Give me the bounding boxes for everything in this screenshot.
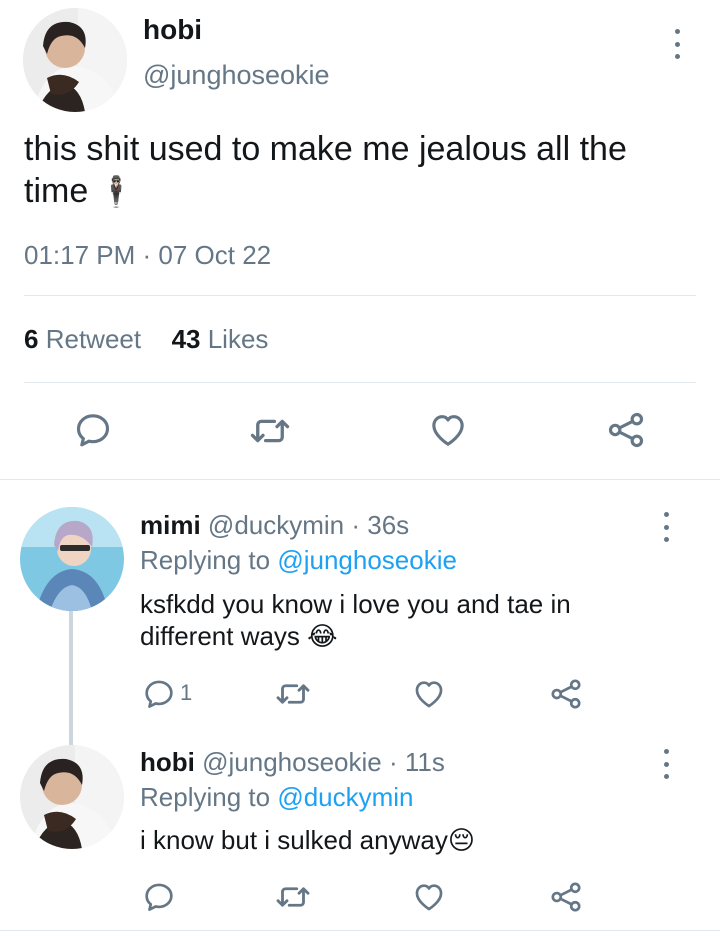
replying-to: Replying to @duckymin (140, 782, 414, 813)
reply-text-body: ksfkdd you know i love you and tae in di… (140, 589, 571, 651)
handle[interactable]: @junghoseokie (202, 747, 382, 777)
more-icon[interactable] (662, 749, 670, 779)
avatar[interactable] (20, 745, 124, 849)
reply-header: hobi @junghoseokie · 11s (140, 747, 445, 778)
like-count[interactable]: 43 (172, 324, 201, 354)
replying-to-label: Replying to (140, 545, 271, 575)
levitating-man-emoji: 🕴🏻 (97, 176, 136, 209)
reply-text-body: i know but i sulked anyway (140, 825, 448, 855)
thread-line (69, 610, 73, 745)
avatar[interactable] (20, 507, 124, 611)
divider (24, 295, 696, 296)
timestamp[interactable]: 01:17 PM · 07 Oct 22 (24, 240, 271, 271)
share-icon[interactable] (549, 880, 583, 914)
more-icon[interactable] (673, 29, 681, 59)
avatar-photo (20, 507, 124, 611)
like-icon[interactable] (412, 677, 446, 711)
display-name[interactable]: hobi (140, 747, 195, 777)
engagement-stats: 6 Retweet 43 Likes (24, 324, 268, 355)
avatar-photo (23, 8, 127, 112)
tweet-text: this shit used to make me jealous all th… (24, 128, 684, 214)
handle[interactable]: @duckymin (208, 510, 344, 540)
handle[interactable]: @junghoseokie (143, 60, 330, 91)
share-icon[interactable] (606, 410, 646, 450)
display-name[interactable]: hobi (143, 14, 202, 46)
reply-icon[interactable] (73, 410, 113, 450)
replying-to: Replying to @junghoseokie (140, 545, 457, 576)
avatar-photo (20, 745, 124, 849)
reply-time[interactable]: · 11s (389, 747, 445, 777)
avatar[interactable] (23, 8, 127, 112)
like-icon[interactable] (412, 880, 446, 914)
like-icon[interactable] (428, 410, 468, 450)
retweet-icon[interactable] (275, 879, 311, 915)
retweet-icon[interactable] (275, 676, 311, 712)
share-icon[interactable] (549, 677, 583, 711)
reply-text: i know but i sulked anyway😔 (140, 824, 660, 856)
reply-header: mimi @duckymin · 36s (140, 510, 409, 541)
retweet-icon[interactable] (249, 410, 291, 452)
pensive-emoji: 😔 (447, 825, 475, 855)
laughing-emoji: 😂 (307, 621, 338, 651)
replying-to-handle[interactable]: @junghoseokie (277, 545, 457, 575)
reply-count: 1 (180, 680, 193, 705)
like-label[interactable]: Likes (208, 324, 269, 354)
divider (0, 930, 720, 931)
reply-time[interactable]: · 36s (351, 510, 409, 540)
replying-to-handle[interactable]: @duckymin (277, 782, 413, 812)
reply-text: ksfkdd you know i love you and tae in di… (140, 588, 660, 652)
divider (24, 382, 696, 383)
retweet-label[interactable]: Retweet (46, 324, 141, 354)
replying-to-label: Replying to (140, 782, 271, 812)
reply-icon[interactable] (142, 880, 176, 914)
more-icon[interactable] (662, 512, 670, 542)
display-name[interactable]: mimi (140, 510, 201, 540)
retweet-count[interactable]: 6 (24, 324, 38, 354)
reply-icon[interactable] (142, 677, 176, 711)
divider (0, 479, 720, 480)
